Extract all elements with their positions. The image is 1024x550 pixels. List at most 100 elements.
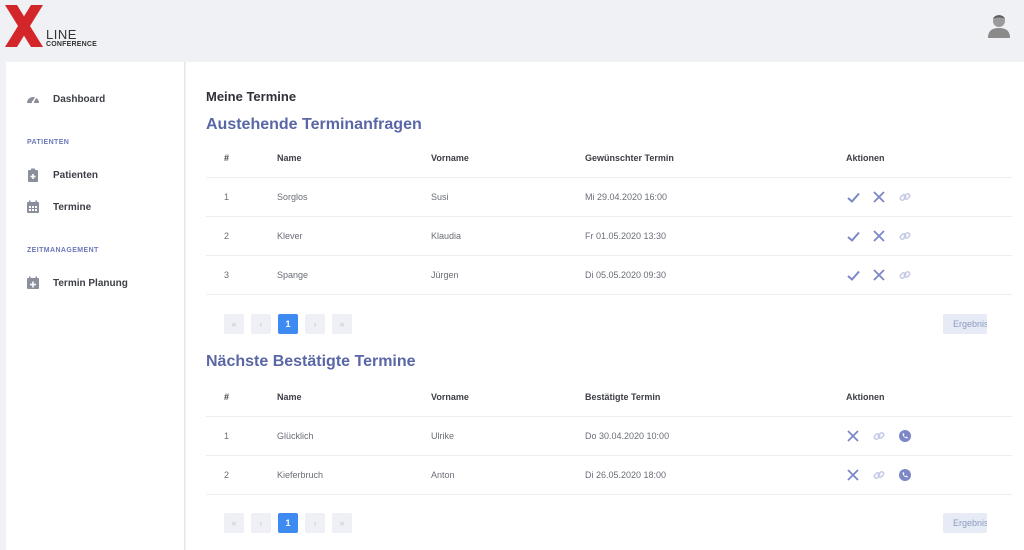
row-firstname: Jürgen: [431, 255, 585, 295]
link-icon[interactable]: [898, 268, 912, 282]
column-header-actions: Aktionen: [846, 378, 1012, 417]
column-header-firstname: Vorname: [431, 139, 585, 178]
column-header-date: Gewünschter Termin: [585, 139, 846, 178]
cancel-x-icon[interactable]: [846, 429, 860, 443]
cancel-x-icon[interactable]: [846, 468, 860, 482]
confirmed-pagination: « ‹ 1 › »: [224, 513, 352, 533]
next-page-button[interactable]: ›: [305, 513, 325, 533]
row-firstname: Susi: [431, 177, 585, 217]
table-row: 1 Sorglos Susi Mi 29.04.2020 16:00: [206, 177, 1012, 217]
link-icon[interactable]: [898, 229, 912, 243]
accept-check-icon[interactable]: [846, 190, 860, 204]
first-page-button[interactable]: «: [224, 314, 244, 334]
row-date: Fr 01.05.2020 13:30: [585, 216, 846, 256]
pending-requests-title: Austehende Terminanfragen: [206, 116, 422, 133]
column-header-name: Name: [277, 378, 431, 417]
row-number: 1: [206, 177, 277, 217]
column-header-name: Name: [277, 139, 431, 178]
row-actions: [846, 455, 1012, 495]
sidebar-item-patients[interactable]: Patienten: [26, 165, 98, 185]
row-actions: [846, 255, 1012, 295]
results-per-page-select[interactable]: Ergebnisse ⌄: [943, 314, 987, 334]
phone-call-icon[interactable]: [898, 429, 912, 443]
row-number: 3: [206, 255, 277, 295]
last-page-button[interactable]: »: [332, 314, 352, 334]
row-number: 2: [206, 455, 277, 495]
row-name: Glücklich: [277, 416, 431, 456]
column-header-number: #: [206, 139, 277, 178]
logo-conference-text: CONFERENCE: [46, 41, 98, 48]
pending-pagination: « ‹ 1 › »: [224, 314, 352, 334]
last-page-button[interactable]: »: [332, 513, 352, 533]
logo-x-mark: [5, 5, 43, 47]
page-1-button[interactable]: 1: [278, 314, 298, 334]
prev-page-button[interactable]: ‹: [251, 513, 271, 533]
column-header-date: Bestätigte Termin: [585, 378, 846, 417]
page-title: Meine Termine: [206, 89, 297, 104]
column-header-number: #: [206, 378, 277, 417]
row-name: Spange: [277, 255, 431, 295]
user-avatar[interactable]: [985, 11, 1013, 39]
top-bar: LINE CONFERENCE: [0, 0, 1024, 60]
table-row: 1 Glücklich Ulrike Do 30.04.2020 10:00: [206, 416, 1012, 456]
reject-x-icon[interactable]: [872, 229, 886, 243]
sidebar-item-label: Termin Planung: [53, 277, 128, 289]
row-number: 1: [206, 416, 277, 456]
link-icon[interactable]: [872, 468, 886, 482]
row-name: Sorglos: [277, 177, 431, 217]
prev-page-button[interactable]: ‹: [251, 314, 271, 334]
row-firstname: Ulrike: [431, 416, 585, 456]
dashboard-gauge-icon: [26, 92, 40, 106]
table-header-row: # Name Vorname Gewünschter Termin Aktion…: [206, 139, 1012, 178]
row-actions: [846, 216, 1012, 256]
table-row: 3 Spange Jürgen Di 05.05.2020 09:30: [206, 255, 1012, 295]
sidebar-item-label: Patienten: [53, 169, 99, 181]
results-per-page-label: Ergebnisse: [953, 319, 987, 329]
results-per-page-label: Ergebnisse: [953, 518, 987, 528]
page-1-button[interactable]: 1: [278, 513, 298, 533]
row-firstname: Anton: [431, 455, 585, 495]
column-header-actions: Aktionen: [846, 139, 1012, 178]
table-header-row: # Name Vorname Bestätigte Termin Aktione…: [206, 378, 1012, 417]
link-icon[interactable]: [872, 429, 886, 443]
table-row: 2 Kieferbruch Anton Di 26.05.2020 18:00: [206, 455, 1012, 495]
sidebar-item-planning[interactable]: Termin Planung: [26, 273, 128, 293]
row-name: Kieferbruch: [277, 455, 431, 495]
confirmed-appointments-title: Nächste Bestätigte Termine: [206, 353, 416, 370]
main-content: Meine Termine Austehende Terminanfragen …: [186, 62, 1024, 550]
clipboard-icon: [26, 168, 40, 182]
results-per-page-select[interactable]: Ergebnisse ⌄: [943, 513, 987, 533]
calendar-plus-icon: [26, 276, 40, 290]
row-number: 2: [206, 216, 277, 256]
pending-requests-table: # Name Vorname Gewünschter Termin Aktion…: [206, 139, 1012, 295]
row-date: Di 05.05.2020 09:30: [585, 255, 846, 295]
link-icon[interactable]: [898, 190, 912, 204]
sidebar: Dashboard PATIENTEN Patienten Termine ZE…: [6, 62, 185, 550]
table-row: 2 Klever Klaudia Fr 01.05.2020 13:30: [206, 216, 1012, 256]
calendar-icon: [26, 200, 40, 214]
sidebar-section-patients: PATIENTEN: [27, 139, 70, 146]
row-date: Do 30.04.2020 10:00: [585, 416, 846, 456]
phone-call-icon[interactable]: [898, 468, 912, 482]
sidebar-item-label: Dashboard: [53, 93, 106, 105]
column-header-firstname: Vorname: [431, 378, 585, 417]
sidebar-item-label: Termine: [53, 201, 92, 213]
accept-check-icon[interactable]: [846, 268, 860, 282]
reject-x-icon[interactable]: [872, 190, 886, 204]
sidebar-item-dashboard[interactable]: Dashboard: [26, 89, 105, 109]
first-page-button[interactable]: «: [224, 513, 244, 533]
row-name: Klever: [277, 216, 431, 256]
app-logo[interactable]: LINE CONFERENCE: [5, 5, 105, 49]
logo-line-text: LINE: [46, 27, 77, 42]
reject-x-icon[interactable]: [872, 268, 886, 282]
confirmed-appointments-table: # Name Vorname Bestätigte Termin Aktione…: [206, 378, 1012, 495]
row-actions: [846, 177, 1012, 217]
row-actions: [846, 416, 1012, 456]
sidebar-section-time: ZEITMANAGEMENT: [27, 247, 99, 254]
row-firstname: Klaudia: [431, 216, 585, 256]
row-date: Mi 29.04.2020 16:00: [585, 177, 846, 217]
row-date: Di 26.05.2020 18:00: [585, 455, 846, 495]
next-page-button[interactable]: ›: [305, 314, 325, 334]
accept-check-icon[interactable]: [846, 229, 860, 243]
sidebar-item-appointments[interactable]: Termine: [26, 197, 91, 217]
